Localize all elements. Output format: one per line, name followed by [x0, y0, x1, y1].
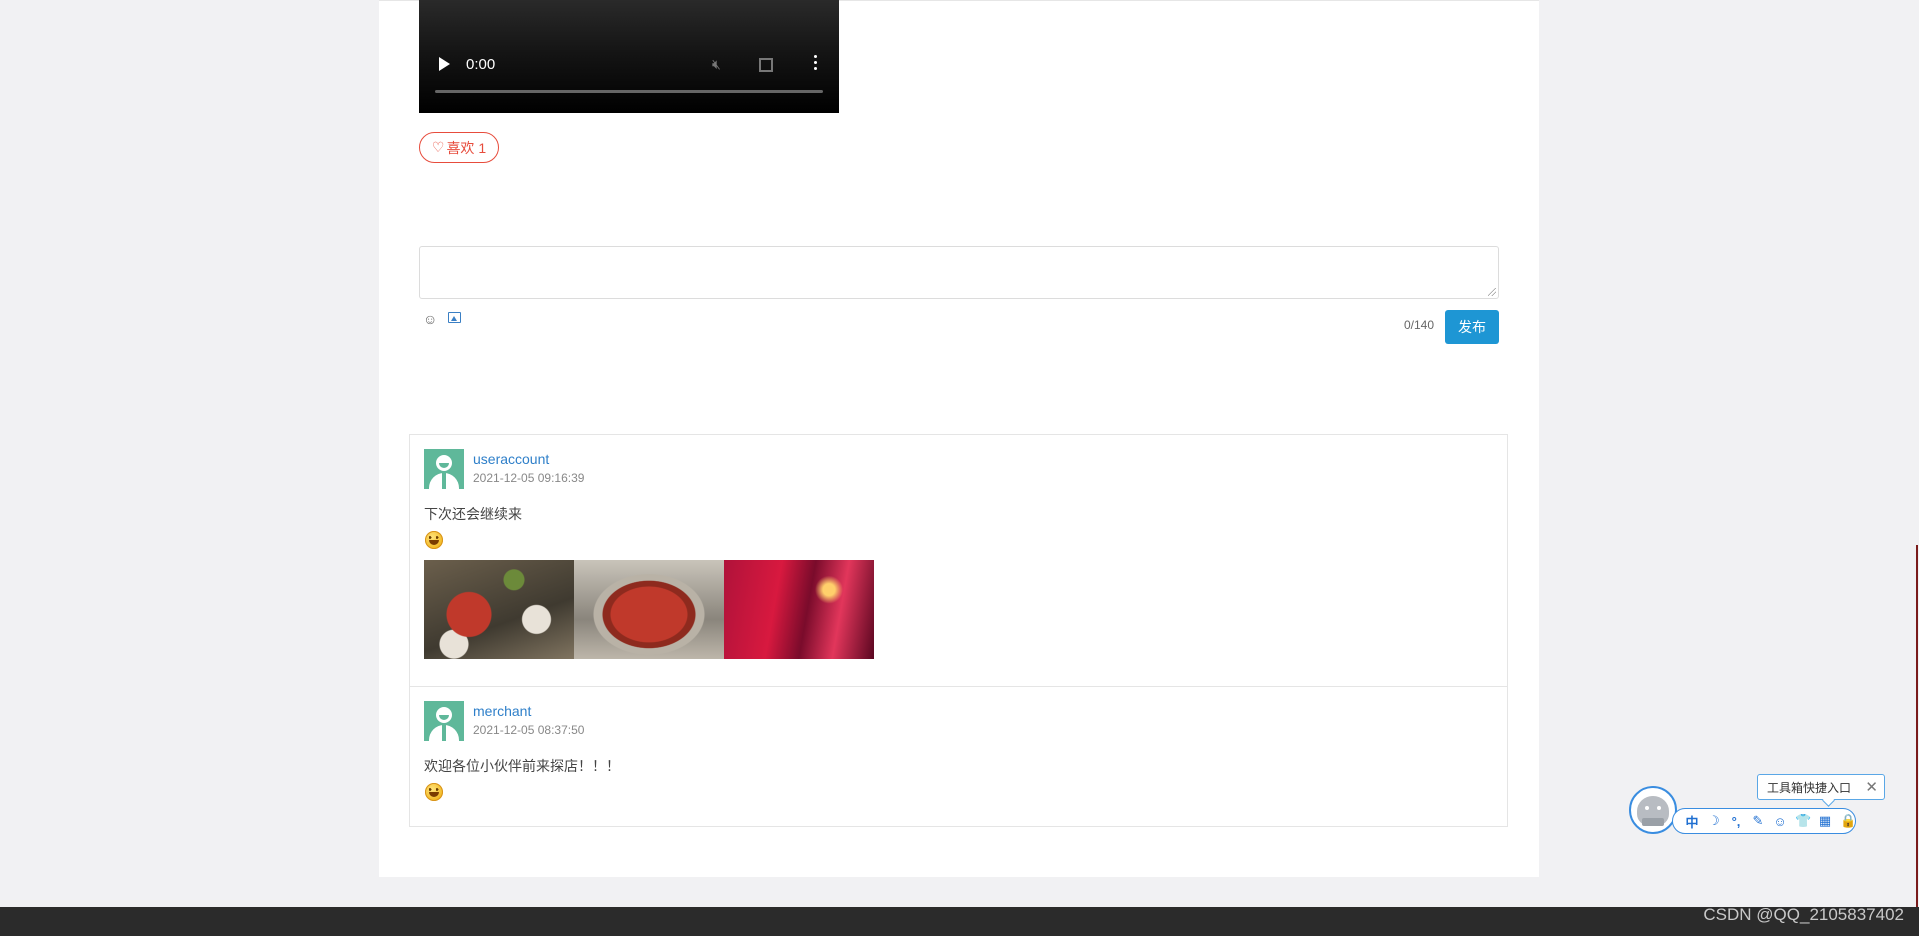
- chinese-input-icon[interactable]: 中: [1685, 812, 1699, 831]
- publish-button[interactable]: 发布: [1445, 310, 1499, 344]
- comment-textarea[interactable]: [419, 246, 1499, 299]
- grinning-emoji-icon: [425, 531, 443, 549]
- comment-item: merchant 2021-12-05 08:37:50 欢迎各位小伙伴前来探店…: [410, 686, 1507, 827]
- photo-thumbnail[interactable]: [574, 560, 724, 659]
- fullscreen-icon[interactable]: [759, 58, 773, 72]
- punctuation-icon[interactable]: °,: [1729, 814, 1743, 829]
- emoji-picker-icon[interactable]: ☺: [423, 311, 437, 327]
- avatar[interactable]: [424, 449, 464, 489]
- comment-text: 下次还会继续来: [424, 506, 522, 522]
- grinning-emoji-icon: [425, 783, 443, 801]
- skin-icon[interactable]: 👕: [1795, 813, 1811, 829]
- like-label: 喜欢 1: [446, 139, 487, 156]
- comment-photos: [424, 560, 874, 659]
- comment-timestamp: 2021-12-05 09:16:39: [473, 471, 585, 485]
- toolbox-tooltip: 工具箱快捷入口 ✕: [1757, 774, 1885, 800]
- toolbox-mascot-icon[interactable]: [1629, 786, 1677, 834]
- comment-timestamp: 2021-12-05 08:37:50: [473, 723, 585, 737]
- volume-icon[interactable]: 🔇︎: [712, 56, 721, 73]
- divider: [1916, 545, 1918, 907]
- more-options-icon[interactable]: [814, 55, 818, 73]
- grid-icon[interactable]: ▦: [1818, 813, 1832, 829]
- resize-handle-icon[interactable]: [1488, 288, 1496, 296]
- avatar[interactable]: [424, 701, 464, 741]
- post-card: 0:00 🔇︎ ♡ 喜欢 1 ☺ 0/140 发布 useraccount 20…: [379, 0, 1539, 877]
- like-button[interactable]: ♡ 喜欢 1: [419, 132, 499, 163]
- close-icon[interactable]: ✕: [1865, 778, 1878, 796]
- comment-username[interactable]: useraccount: [473, 451, 549, 467]
- toolbox-bar: 中 ☽ °, ✎ ☺ 👕 ▦ 🔒: [1672, 808, 1856, 834]
- comment-list: useraccount 2021-12-05 09:16:39 下次还会继续来 …: [409, 434, 1508, 827]
- heart-icon: ♡: [431, 139, 445, 155]
- lock-icon[interactable]: 🔒: [1840, 813, 1856, 829]
- moon-icon[interactable]: ☽: [1707, 813, 1721, 829]
- comment-text: 欢迎各位小伙伴前来探店！！！: [424, 758, 620, 774]
- char-counter: 0/140: [1404, 318, 1435, 332]
- comment-item: useraccount 2021-12-05 09:16:39 下次还会继续来: [410, 435, 1507, 686]
- image-upload-icon[interactable]: [448, 312, 461, 323]
- play-icon[interactable]: [439, 57, 450, 71]
- wrench-icon[interactable]: ✎: [1751, 813, 1765, 829]
- photo-thumbnail[interactable]: [424, 560, 574, 659]
- emoji-icon[interactable]: ☺: [1773, 814, 1787, 829]
- toolbox-tooltip-text: 工具箱快捷入口: [1767, 780, 1852, 795]
- photo-thumbnail[interactable]: [724, 560, 874, 659]
- video-player[interactable]: 0:00 🔇︎: [419, 0, 839, 113]
- video-time: 0:00: [466, 56, 496, 73]
- watermark: CSDN @QQ_2105837402: [1703, 905, 1904, 924]
- page-footer: [0, 907, 1919, 936]
- comment-username[interactable]: merchant: [473, 703, 531, 719]
- video-progress-bar[interactable]: [435, 90, 823, 93]
